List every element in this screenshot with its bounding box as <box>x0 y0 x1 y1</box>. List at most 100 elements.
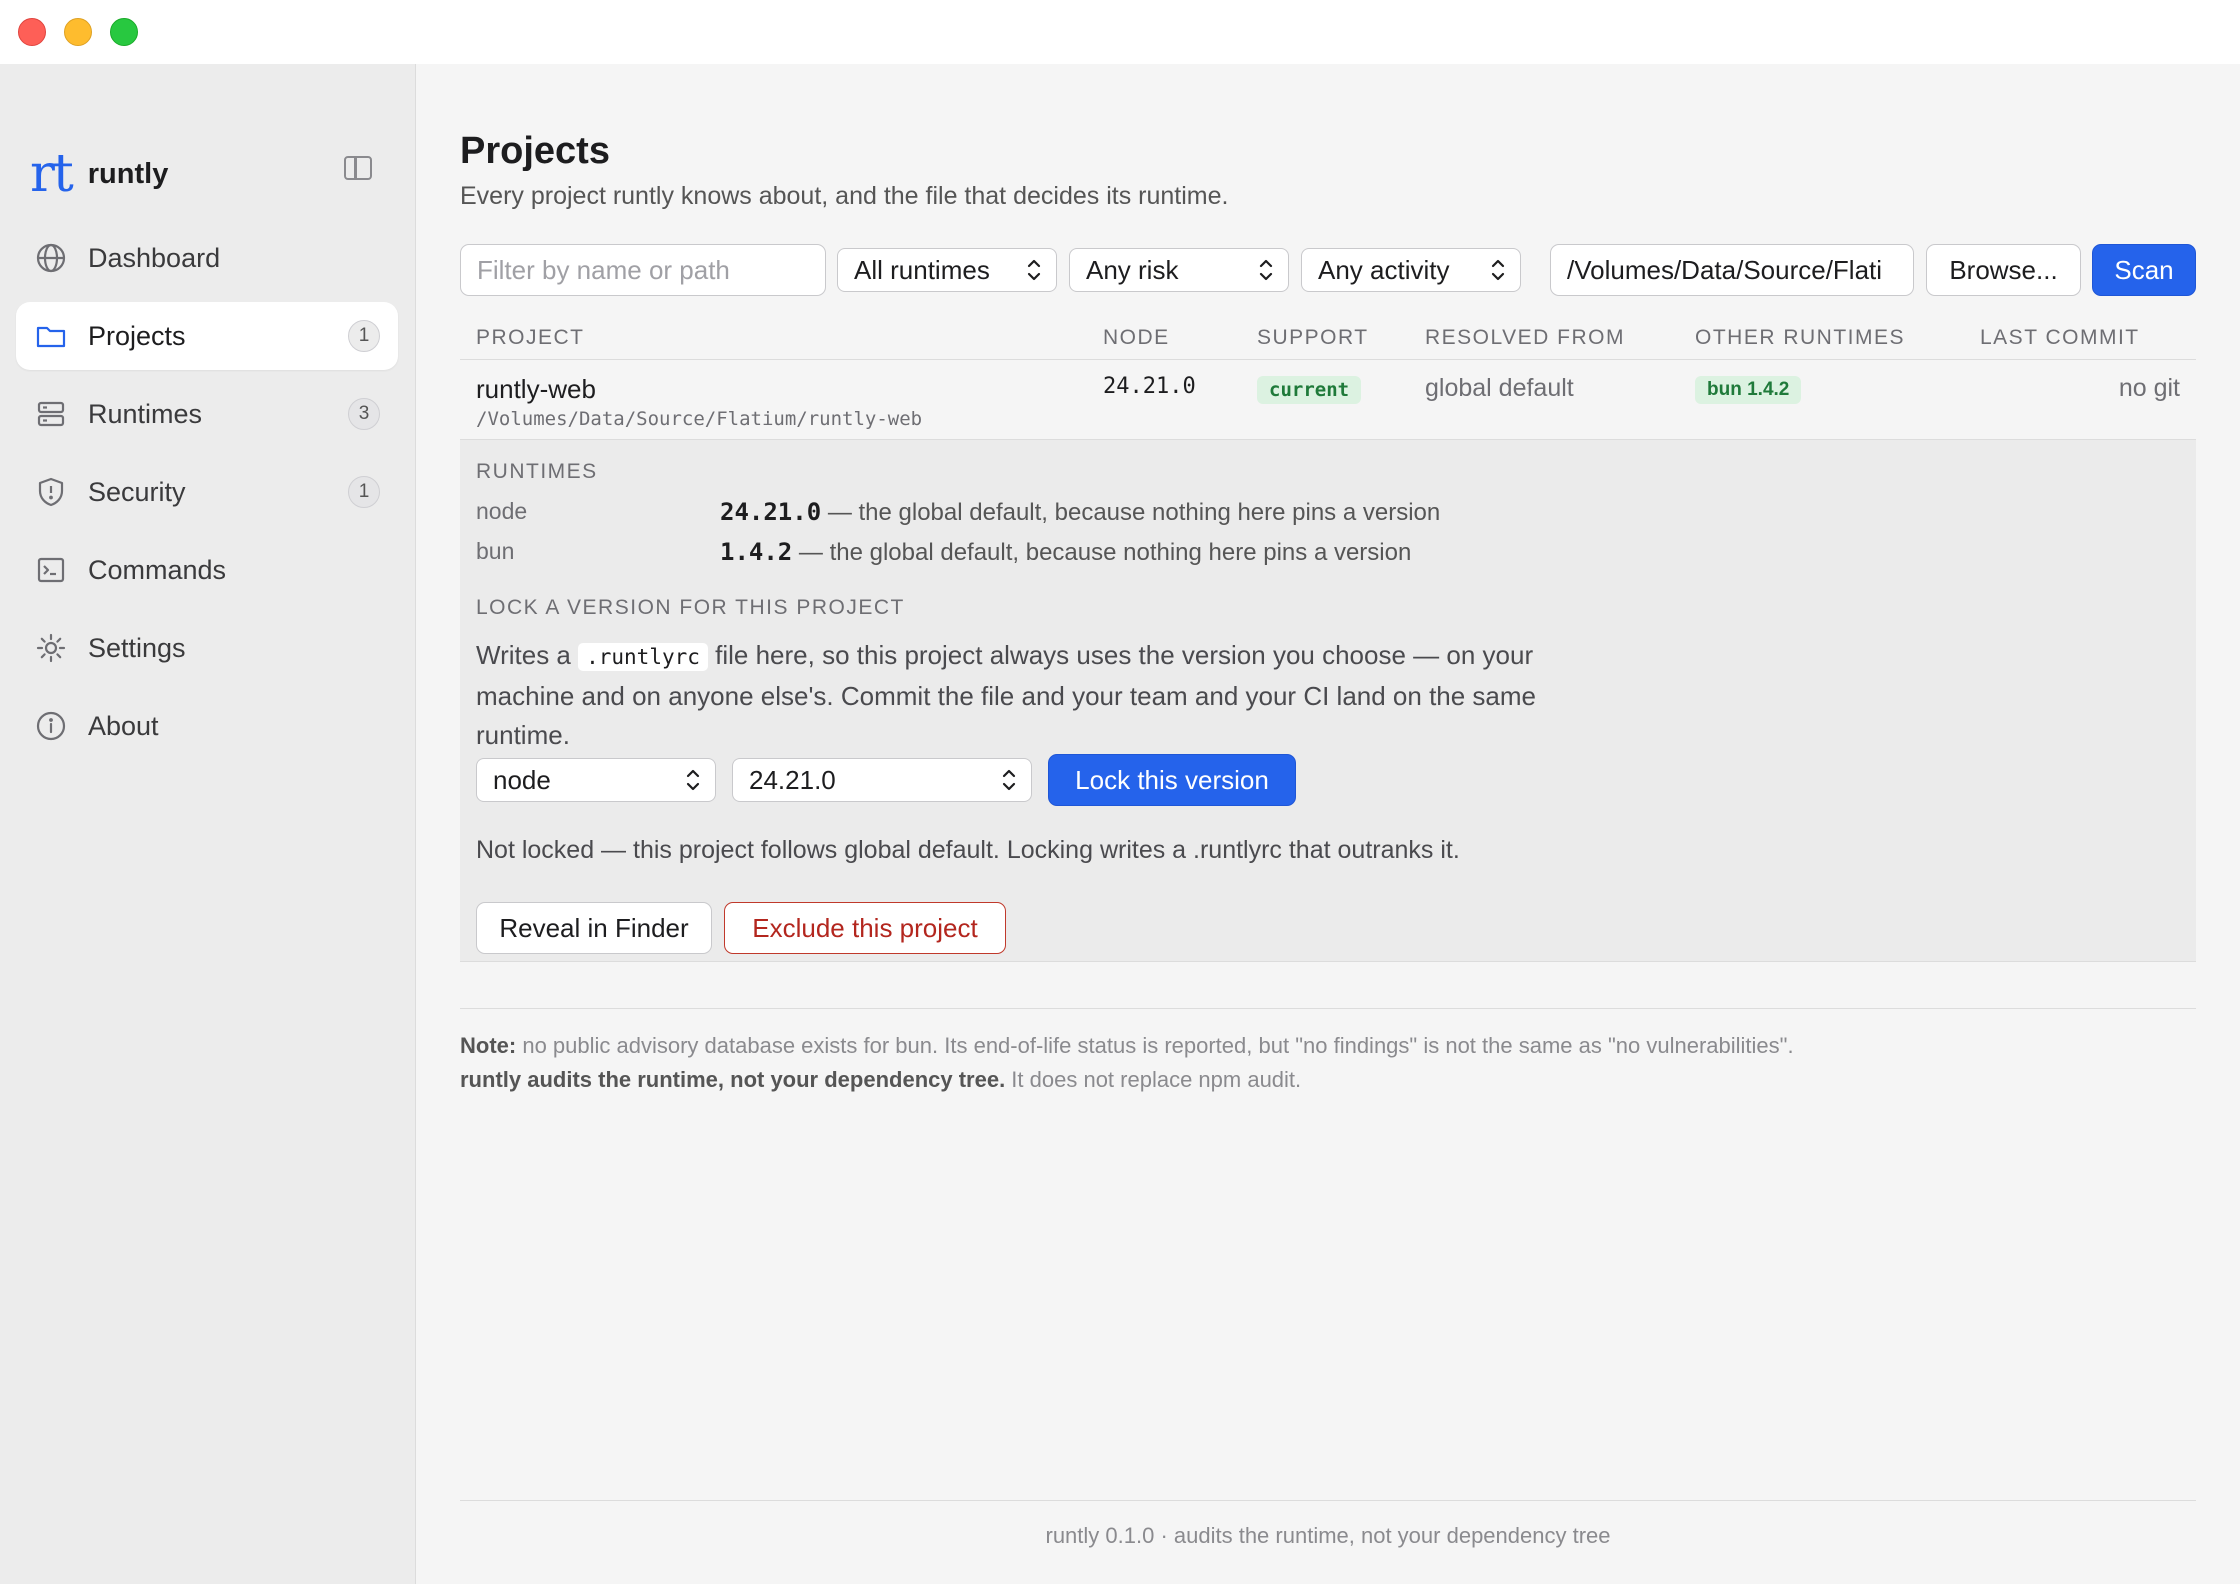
terminal-icon <box>34 553 68 587</box>
chevron-updown-icon <box>1259 259 1273 281</box>
sidebar-item-security[interactable]: Security 1 <box>16 458 398 526</box>
minimize-window-button[interactable] <box>64 18 92 46</box>
note-label: Note: <box>460 1033 517 1058</box>
project-detail-panel: RUNTIMES node 24.21.0 — the global defau… <box>460 440 2196 962</box>
select-value: 24.21.0 <box>749 764 836 795</box>
column-header-resolved-from[interactable]: RESOLVED FROM <box>1425 326 1625 350</box>
lock-heading: LOCK A VERSION FOR THIS PROJECT <box>476 596 905 619</box>
activity-filter-select[interactable]: Any activity <box>1301 248 1521 292</box>
sidebar-item-settings[interactable]: Settings <box>16 614 398 682</box>
runtime-note: — the global default, because nothing he… <box>792 539 1412 566</box>
app-window: rt runtly Dashboard Projects 1 Runtimes … <box>0 0 2240 1584</box>
note-bold: runtly audits the runtime, not your depe… <box>460 1067 1006 1092</box>
browse-button[interactable]: Browse... <box>1926 244 2081 296</box>
brand-logo: rt <box>30 144 74 204</box>
note-text: no public advisory database exists for b… <box>516 1033 1794 1058</box>
note-text-2: It does not replace npm audit. <box>1005 1067 1302 1092</box>
page-title: Projects <box>460 130 610 172</box>
count-badge: 1 <box>348 320 380 352</box>
runtime-filter-select[interactable]: All runtimes <box>837 248 1057 292</box>
info-icon <box>34 709 68 743</box>
sidebar-item-label: Runtimes <box>88 398 203 429</box>
lock-status: Not locked — this project follows global… <box>476 836 1460 864</box>
sidebar-item-label: Projects <box>88 320 186 351</box>
folder-icon <box>34 319 68 353</box>
sidebar-item-label: About <box>88 710 159 741</box>
runtime-version: 24.21.0 <box>720 498 822 526</box>
toolbar: Filter by name or path All runtimes Any … <box>460 244 2196 298</box>
close-window-button[interactable] <box>18 18 46 46</box>
runtime-name: bun <box>476 538 515 564</box>
exclude-project-button[interactable]: Exclude this project <box>724 902 1006 954</box>
last-commit: no git <box>2118 374 2180 402</box>
chevron-updown-icon <box>1027 259 1041 281</box>
audit-note: Note: no public advisory database exists… <box>460 1008 2196 1097</box>
sun-gear-icon <box>34 631 68 665</box>
runtime-name: node <box>476 498 528 524</box>
count-badge: 3 <box>348 398 380 430</box>
sidebar-item-runtimes[interactable]: Runtimes 3 <box>16 380 398 448</box>
lock-runtime-select[interactable]: node <box>476 758 716 802</box>
scan-path-input[interactable]: /Volumes/Data/Source/Flati <box>1550 244 1914 296</box>
globe-icon <box>34 241 68 275</box>
sidebar-toggle-icon[interactable] <box>344 156 372 180</box>
chevron-updown-icon <box>1491 259 1505 281</box>
column-header-other-runtimes[interactable]: OTHER RUNTIMES <box>1695 326 1905 350</box>
note-line-2: runtly audits the runtime, not your depe… <box>460 1063 2196 1097</box>
filter-input[interactable]: Filter by name or path <box>460 244 826 296</box>
sidebar: rt runtly Dashboard Projects 1 Runtimes … <box>0 64 416 1584</box>
count-badge: 1 <box>348 476 380 508</box>
sidebar-item-label: Security <box>88 476 186 507</box>
column-header-support[interactable]: SUPPORT <box>1257 326 1369 350</box>
resolved-from: global default <box>1425 374 1574 402</box>
project-name: runtly-web <box>476 374 596 404</box>
footer: runtly 0.1.0 · audits the runtime, not y… <box>460 1500 2196 1549</box>
sidebar-item-dashboard[interactable]: Dashboard <box>16 224 398 292</box>
runtime-version: 1.4.2 <box>720 538 793 566</box>
table-header: PROJECT NODE SUPPORT RESOLVED FROM OTHER… <box>460 320 2196 360</box>
sidebar-item-projects[interactable]: Projects 1 <box>16 302 398 370</box>
sidebar-item-label: Dashboard <box>88 242 221 273</box>
lock-description: Writes a .runtlyrc file here, so this pr… <box>476 636 1576 755</box>
support-badge: current <box>1257 376 1362 404</box>
server-icon <box>34 397 68 431</box>
lock-version-select[interactable]: 24.21.0 <box>732 758 1032 802</box>
select-value: node <box>493 764 551 795</box>
sidebar-item-commands[interactable]: Commands <box>16 536 398 604</box>
brand: rt runtly <box>30 146 168 202</box>
lock-text-before: Writes a <box>476 640 579 670</box>
page-subtitle: Every project runtly knows about, and th… <box>460 182 1229 210</box>
other-runtime-badge: bun 1.4.2 <box>1695 376 1802 404</box>
select-value: Any risk <box>1086 254 1179 285</box>
project-path: /Volumes/Data/Source/Flatium/runtly-web <box>476 408 923 430</box>
note-line-1: Note: no public advisory database exists… <box>460 1029 2196 1063</box>
select-value: Any activity <box>1318 254 1450 285</box>
reveal-in-finder-button[interactable]: Reveal in Finder <box>476 902 712 954</box>
projects-table: PROJECT NODE SUPPORT RESOLVED FROM OTHER… <box>460 320 2196 440</box>
lock-version-button[interactable]: Lock this version <box>1048 754 1296 806</box>
sidebar-item-label: Settings <box>88 632 186 663</box>
title-bar <box>0 0 2240 64</box>
brand-name: runtly <box>87 157 169 190</box>
runtimes-heading: RUNTIMES <box>476 460 598 483</box>
runtime-note: — the global default, because nothing he… <box>821 499 1441 526</box>
column-header-last-commit[interactable]: LAST COMMIT <box>1980 326 2140 350</box>
chevron-updown-icon <box>1002 769 1016 791</box>
zoom-window-button[interactable] <box>110 18 138 46</box>
sidebar-nav: Dashboard Projects 1 Runtimes 3 Security… <box>16 224 398 770</box>
risk-filter-select[interactable]: Any risk <box>1069 248 1289 292</box>
shield-icon <box>34 475 68 509</box>
main-content: Projects Every project runtly knows abou… <box>460 64 2196 1584</box>
sidebar-item-label: Commands <box>88 554 227 585</box>
select-value: All runtimes <box>854 254 990 285</box>
scan-button[interactable]: Scan <box>2092 244 2196 296</box>
column-header-project[interactable]: PROJECT <box>476 326 585 350</box>
chevron-updown-icon <box>686 769 700 791</box>
table-row[interactable]: runtly-web /Volumes/Data/Source/Flatium/… <box>460 360 2196 440</box>
sidebar-item-about[interactable]: About <box>16 692 398 760</box>
runtime-description: 1.4.2 — the global default, because noth… <box>720 538 1411 567</box>
runtime-description: 24.21.0 — the global default, because no… <box>720 498 1440 527</box>
node-version: 24.21.0 <box>1103 374 1196 399</box>
runtlyrc-filename: .runtlyrc <box>578 643 708 671</box>
column-header-node[interactable]: NODE <box>1103 326 1170 350</box>
